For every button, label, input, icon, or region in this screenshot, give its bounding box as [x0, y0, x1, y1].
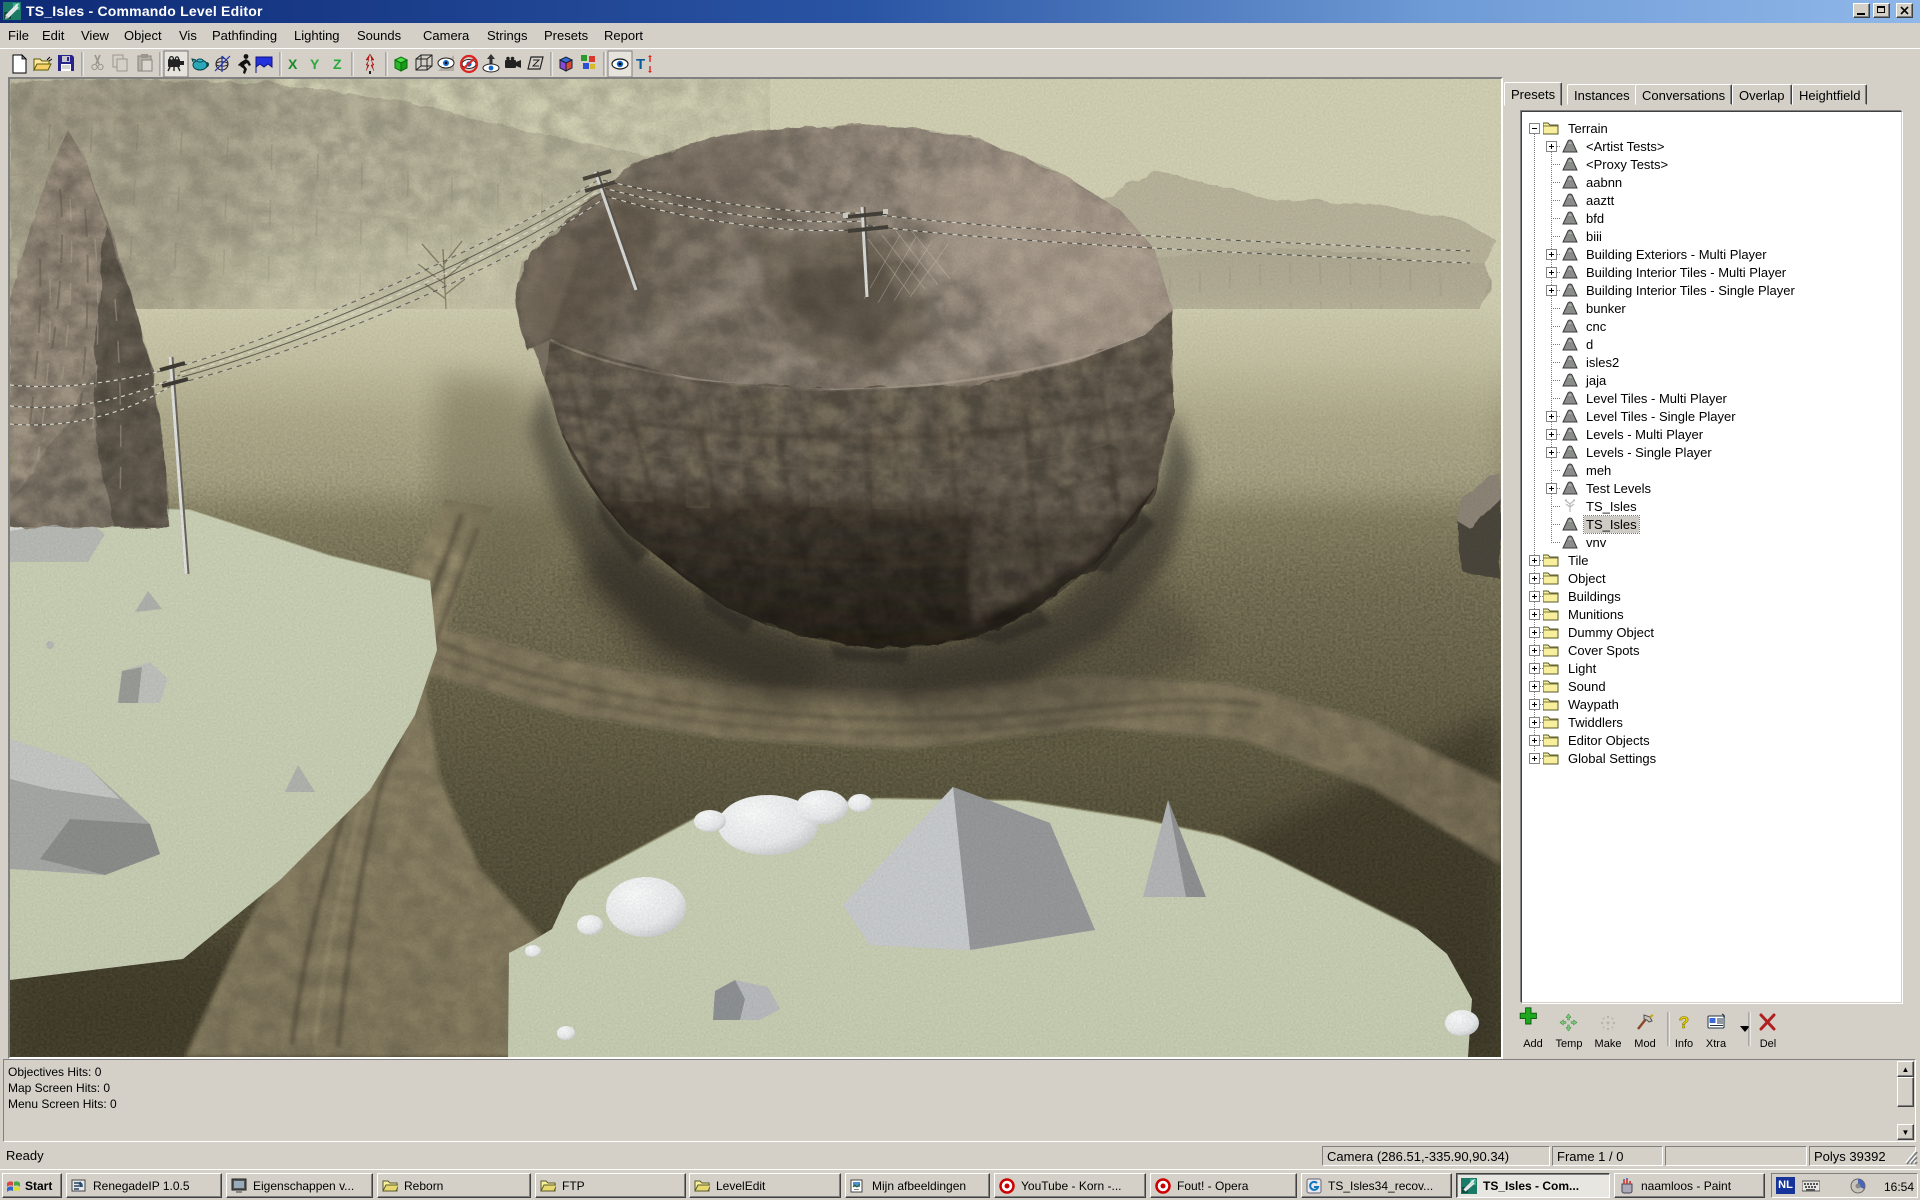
- svg-text:Del: Del: [1760, 1038, 1777, 1050]
- svg-text:?: ?: [1679, 1013, 1689, 1032]
- svg-text:Info: Info: [1675, 1038, 1693, 1050]
- svg-text:Xtra: Xtra: [1706, 1038, 1727, 1050]
- svg-text:T: T: [636, 56, 645, 73]
- svg-text:Mod: Mod: [1634, 1038, 1655, 1050]
- svg-text:Make: Make: [1595, 1038, 1622, 1050]
- svg-text:Temp: Temp: [1556, 1038, 1583, 1050]
- svg-text:X: X: [288, 56, 298, 72]
- svg-text:Add: Add: [1523, 1038, 1543, 1050]
- svg-text:Y: Y: [310, 56, 320, 72]
- svg-text:Z: Z: [333, 56, 342, 72]
